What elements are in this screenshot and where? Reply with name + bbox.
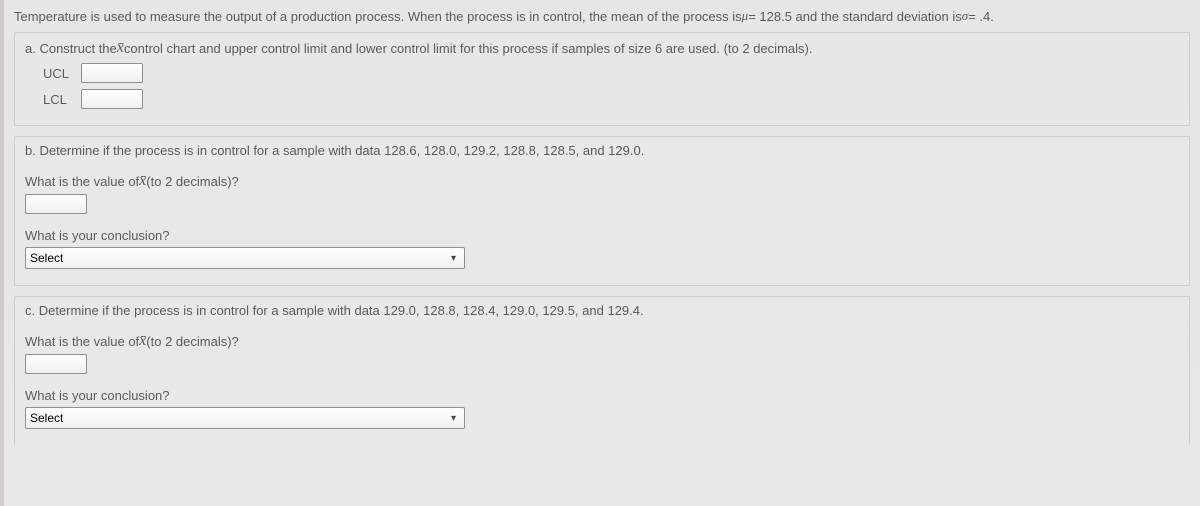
- b-valq-post: (to 2 decimals)?: [146, 174, 238, 189]
- lcl-input[interactable]: [81, 89, 143, 109]
- a-pre: a. Construct the: [25, 41, 117, 56]
- xbar-symbol-b: x̄: [139, 172, 146, 190]
- c-valq-pre: What is the value of: [25, 334, 139, 349]
- c-value-input[interactable]: [25, 354, 87, 374]
- b-conclusion-select[interactable]: Select: [25, 247, 465, 269]
- b-value-input[interactable]: [25, 194, 87, 214]
- part-a: a. Construct the x̄ control chart and up…: [14, 32, 1190, 126]
- intro-text: Temperature is used to measure the outpu…: [14, 6, 1190, 24]
- xbar-symbol-a: x̄: [117, 39, 124, 57]
- b-conclusion-row: Select ▾: [25, 247, 1179, 269]
- b-conclusion-question: What is your conclusion?: [25, 228, 1179, 243]
- c-value-row: [25, 354, 1179, 374]
- b-valq-pre: What is the value of: [25, 174, 139, 189]
- ucl-label: UCL: [43, 66, 73, 81]
- c-conclusion-question: What is your conclusion?: [25, 388, 1179, 403]
- b-value-question: What is the value of x̄ (to 2 decimals)?: [25, 172, 1179, 190]
- ucl-input[interactable]: [81, 63, 143, 83]
- c-conclusion-row: Select ▾: [25, 407, 1179, 429]
- intro-part3: = .4.: [968, 9, 994, 24]
- part-b: b. Determine if the process is in contro…: [14, 136, 1190, 286]
- part-a-prompt: a. Construct the x̄ control chart and up…: [25, 39, 1179, 57]
- intro-part2: = 128.5 and the standard deviation is: [748, 9, 962, 24]
- xbar-symbol-c: x̄: [139, 332, 146, 350]
- lcl-label: LCL: [43, 92, 73, 107]
- lcl-row: LCL: [43, 89, 1179, 109]
- a-post: control chart and upper control limit an…: [124, 41, 813, 56]
- c-value-question: What is the value of x̄ (to 2 decimals)?: [25, 332, 1179, 350]
- part-c-prompt: c. Determine if the process is in contro…: [25, 303, 1179, 318]
- intro-part1: Temperature is used to measure the outpu…: [14, 9, 742, 24]
- b-value-row: [25, 194, 1179, 214]
- part-c: c. Determine if the process is in contro…: [14, 296, 1190, 445]
- question-page: Temperature is used to measure the outpu…: [0, 0, 1200, 506]
- c-valq-post: (to 2 decimals)?: [146, 334, 238, 349]
- c-conclusion-select[interactable]: Select: [25, 407, 465, 429]
- part-b-prompt: b. Determine if the process is in contro…: [25, 143, 1179, 158]
- ucl-row: UCL: [43, 63, 1179, 83]
